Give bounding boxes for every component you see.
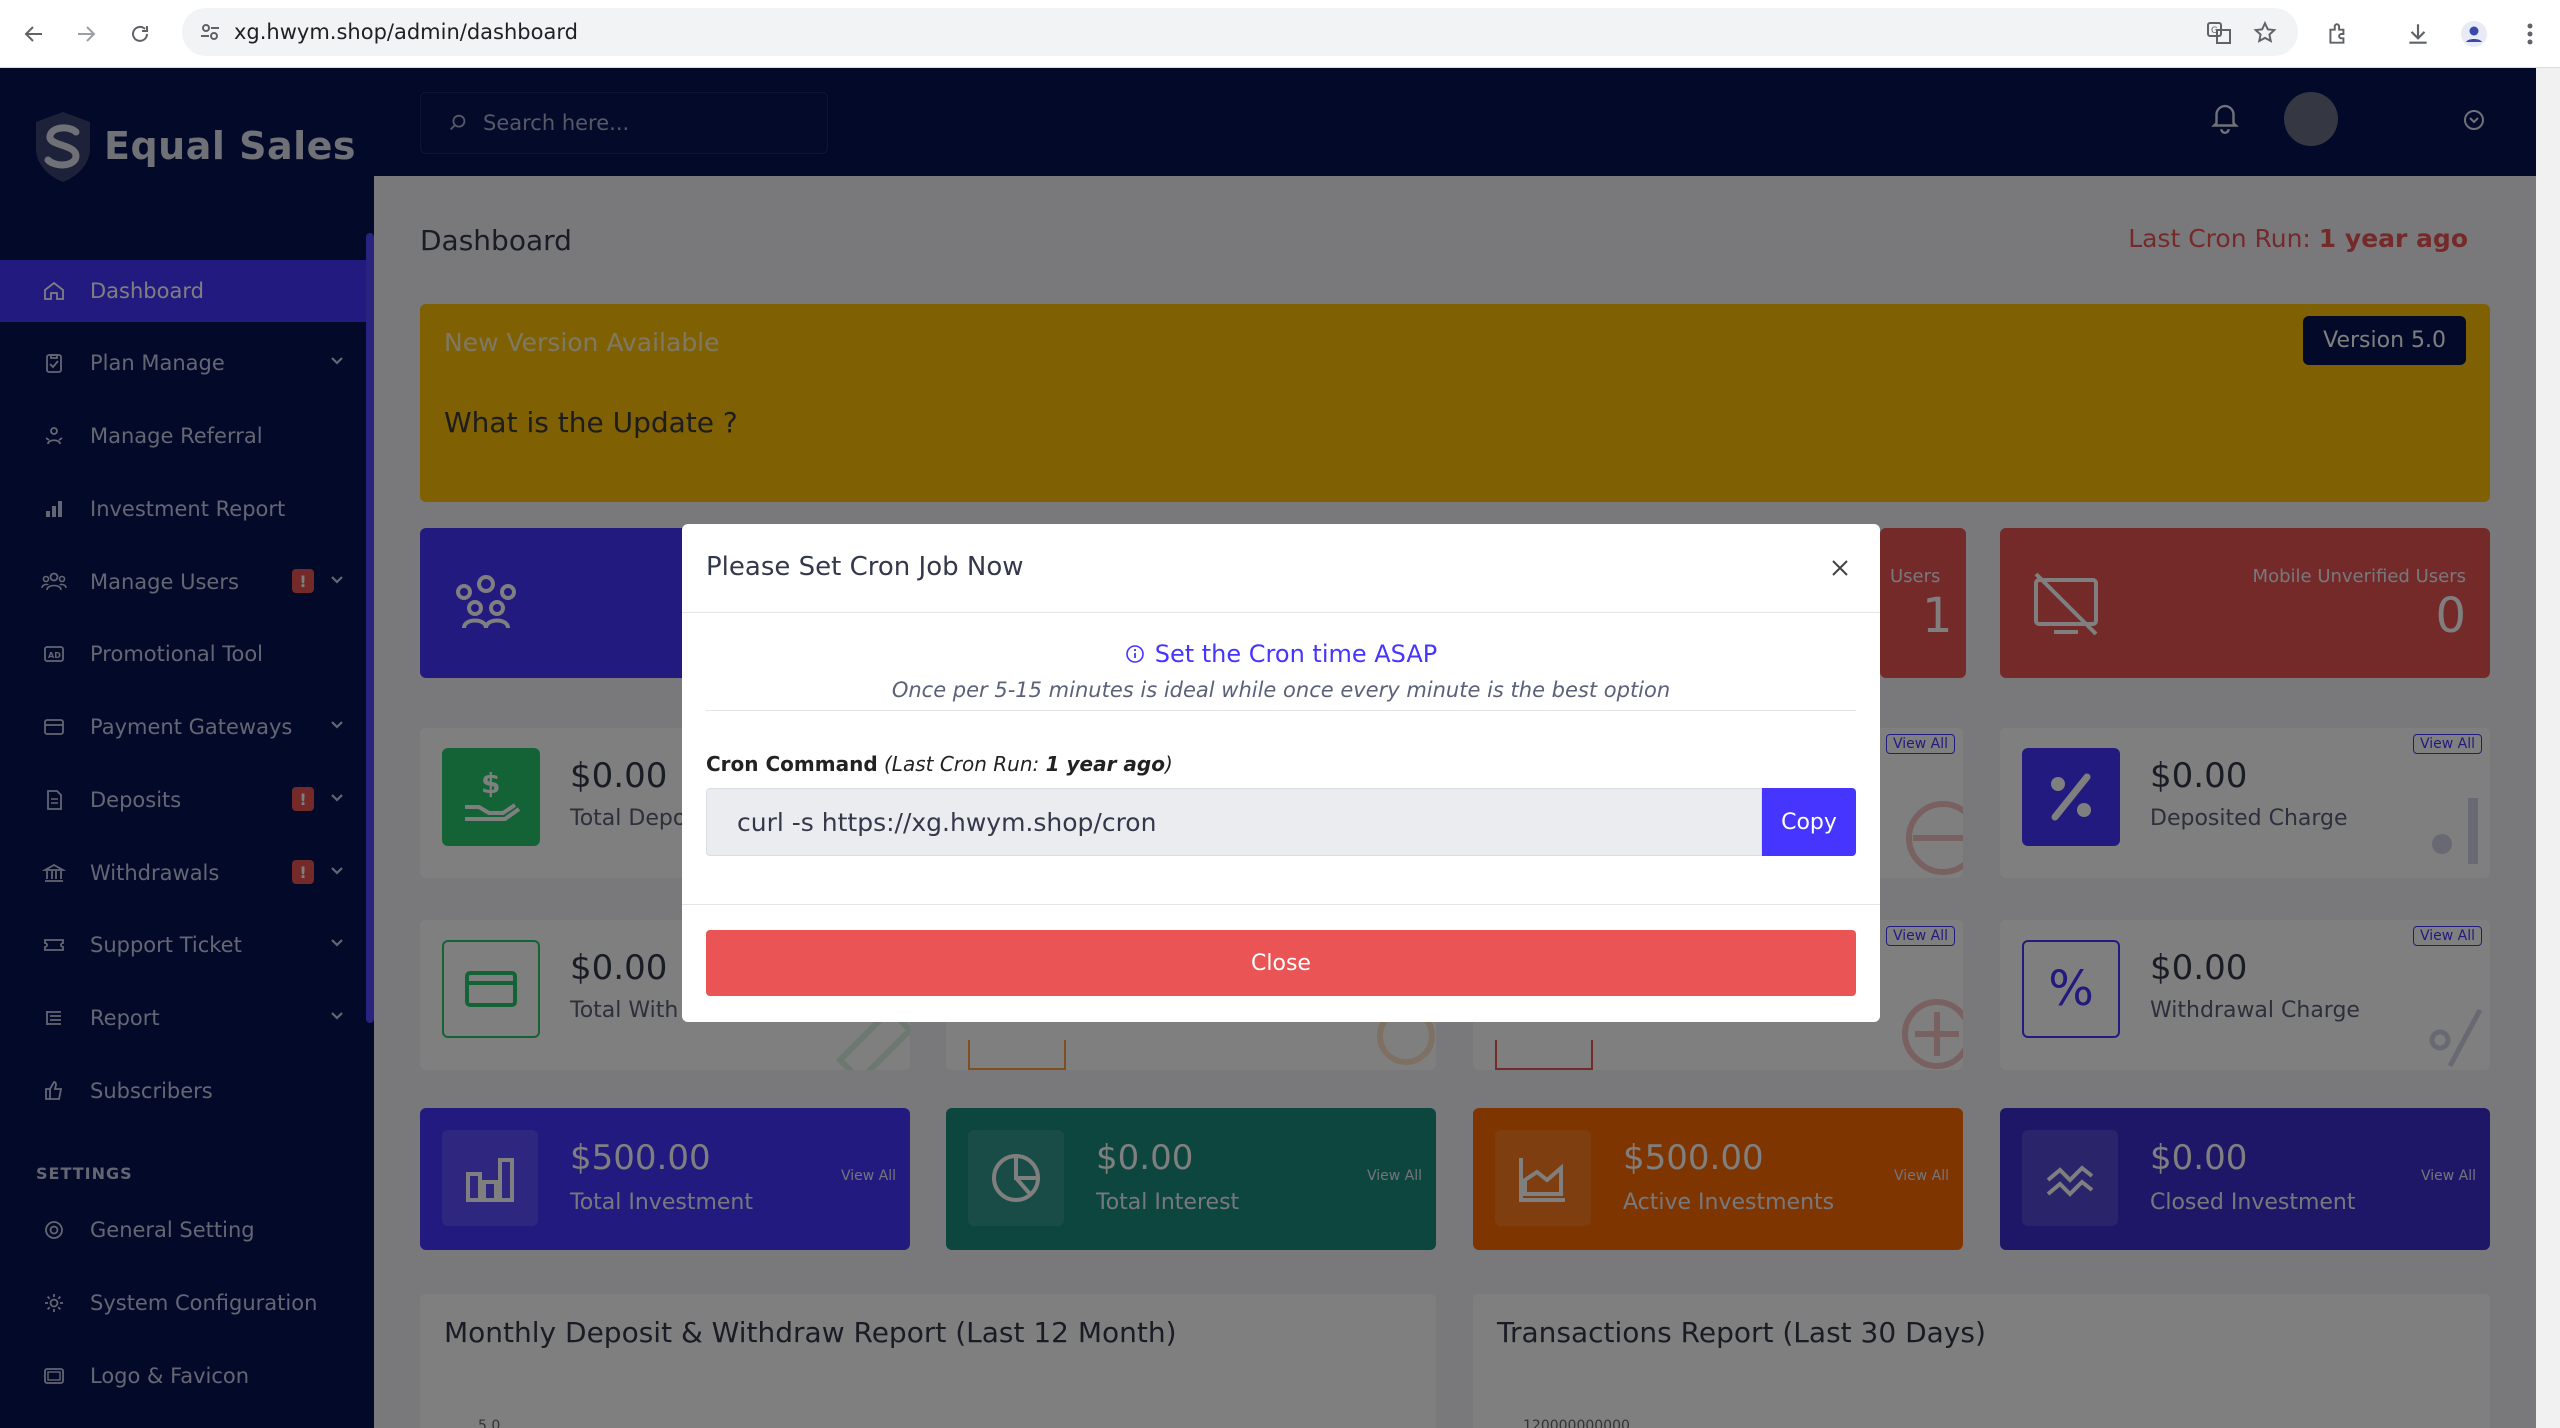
download-icon[interactable] [2398, 14, 2438, 54]
extensions-icon[interactable] [2318, 14, 2358, 54]
cron-command-label: Cron Command (Last Cron Run: 1 year ago) [706, 752, 1173, 776]
profile-icon[interactable] [2454, 14, 2494, 54]
info-circle-icon [1125, 644, 1145, 664]
site-settings-icon[interactable] [198, 20, 222, 44]
bookmark-star-icon[interactable] [2252, 20, 2278, 46]
browser-menu-icon[interactable] [2510, 14, 2550, 54]
modal-divider [682, 612, 1880, 613]
back-icon[interactable] [14, 14, 54, 54]
copy-button[interactable]: Copy [1762, 788, 1856, 856]
cron-last-value: 1 year ago [1045, 752, 1165, 776]
close-icon[interactable] [1830, 558, 1850, 578]
modal-title: Please Set Cron Job Now [706, 552, 1024, 582]
close-button[interactable]: Close [706, 930, 1856, 996]
cron-asap-notice: Set the Cron time ASAP [682, 640, 1880, 670]
cron-frequency-hint: Once per 5-15 minutes is ideal while onc… [891, 678, 1671, 702]
cron-command-input[interactable]: curl -s https://xg.hwym.shop/cron [706, 788, 1762, 856]
modal-divider [682, 904, 1880, 905]
forward-icon[interactable] [66, 14, 106, 54]
svg-text:G: G [2211, 26, 2218, 36]
translate-icon[interactable]: G [2206, 20, 2232, 46]
address-bar[interactable]: xg.hwym.shop/admin/dashboard G [182, 8, 2298, 56]
reload-icon[interactable] [120, 14, 160, 54]
cron-job-modal: Please Set Cron Job Now Set the Cron tim… [682, 524, 1880, 1022]
modal-divider [706, 710, 1856, 711]
page-scrollbar[interactable] [2536, 68, 2560, 1428]
url-text[interactable]: xg.hwym.shop/admin/dashboard [234, 20, 578, 44]
browser-toolbar: xg.hwym.shop/admin/dashboard G [0, 0, 2560, 68]
cron-last-suffix: ) [1164, 752, 1173, 776]
cron-last-prefix: (Last Cron Run: [884, 752, 1046, 776]
asap-text: Set the Cron time ASAP [1154, 640, 1438, 668]
cron-command-title: Cron Command [706, 752, 878, 776]
